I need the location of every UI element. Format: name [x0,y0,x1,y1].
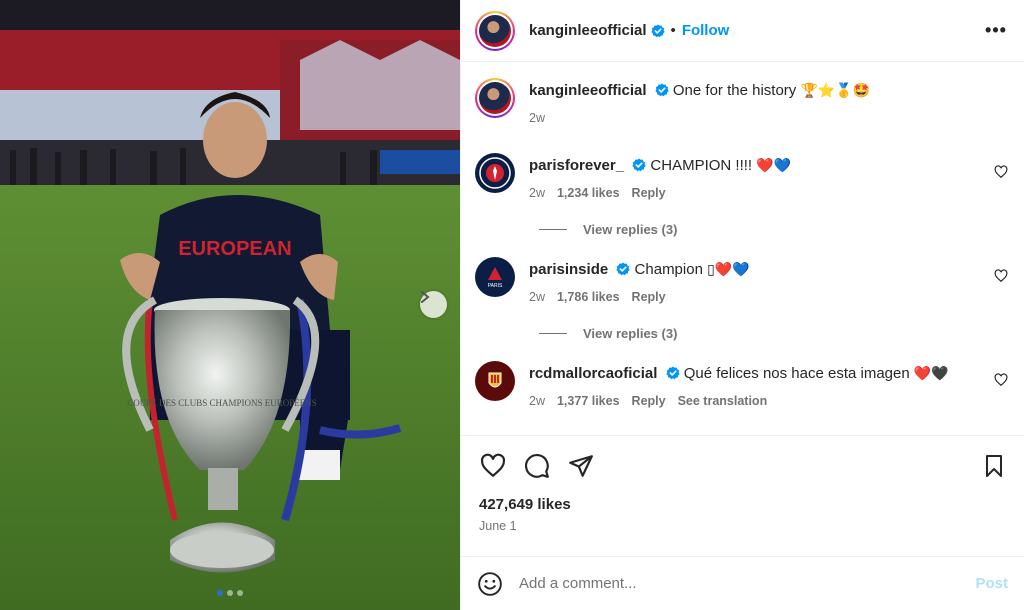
caption-row: kanginleeofficial One for the history 🏆⭐… [475,78,1008,125]
comment-text: Qué felices nos hace esta imagen [683,365,910,382]
replies-divider [539,229,567,230]
comment-emoji: ❤️💙 [756,157,792,173]
comment-avatar[interactable]: PARIS [475,257,515,297]
caption-text: One for the history [672,82,797,99]
reply-button[interactable]: Reply [632,186,666,200]
comment-time[interactable]: 2w [529,290,545,304]
author-avatar[interactable] [475,10,515,51]
view-replies-button[interactable]: View replies (3) [539,222,1008,237]
view-replies-button[interactable]: View replies (3) [539,326,1008,341]
heart-icon [480,453,506,477]
carousel-dot-1 [217,590,223,596]
verified-badge-icon [616,262,630,276]
verified-badge-icon [665,366,680,380]
post-date: June 1 [479,519,517,533]
replies-divider [539,333,567,334]
reply-button[interactable]: Reply [632,394,666,408]
post-actions [461,436,1024,496]
comment-time[interactable]: 2w [529,186,545,200]
caption-avatar[interactable] [475,78,515,118]
mallorca-logo-icon [479,365,511,397]
view-replies-label: View replies (3) [583,222,678,237]
view-replies-label: View replies (3) [583,326,678,341]
chevron-right-icon [421,291,430,303]
comment-likes[interactable]: 1,786 likes [557,290,620,304]
caption-time[interactable]: 2w [529,111,545,125]
carousel-dot-2 [227,590,233,596]
comment-composer: Post [461,556,1024,610]
reply-button[interactable]: Reply [632,290,666,304]
header-separator: • [670,22,676,39]
see-translation-button[interactable]: See translation [678,394,768,408]
verified-badge-icon [655,83,669,97]
comment-username[interactable]: parisforever_ [529,157,624,174]
heart-icon[interactable] [994,373,1008,387]
author-username[interactable]: kanginleeofficial [529,22,647,39]
comment-text: CHAMPION !!!! [650,157,753,174]
post-image: COUPE DES CLUBS CHAMPIONS EUROPÉENS EURO… [0,0,460,610]
follow-button[interactable]: Follow [682,22,730,39]
share-button[interactable] [567,452,595,480]
comment-item: rcdmallorcaoficial Qué felices nos hace … [475,361,1008,408]
emoji-icon[interactable] [477,571,503,597]
comment-input[interactable] [519,575,976,592]
carousel-dots [0,590,460,596]
post-comment-button[interactable]: Post [975,575,1008,592]
share-icon [569,455,593,477]
heart-icon[interactable] [994,165,1008,179]
comment-username[interactable]: rcdmallorcaoficial [529,365,657,382]
comments-list: kanginleeofficial One for the history 🏆⭐… [461,62,1024,436]
comment-likes[interactable]: 1,377 likes [557,394,620,408]
comment-text: Champion [634,261,703,278]
post-header: kanginleeofficial • Follow ••• [461,0,1024,62]
comment-item: parisforever_ CHAMPION !!!! ❤️💙 2w 1,234… [475,153,1008,200]
likes-count[interactable]: 427,649 likes [461,496,1024,513]
post-photo: COUPE DES CLUBS CHAMPIONS EUROPÉENS EURO… [0,0,460,610]
caption-emoji: 🏆⭐🥇🤩 [800,82,871,98]
shirt-text: EUROPEAN [178,238,291,260]
comment-icon [525,454,549,478]
svg-text:PARIS: PARIS [488,283,503,289]
carousel-dot-3 [237,590,243,596]
comment-item: PARIS parisinside Champion ▯❤️💙 2w 1,786… [475,257,1008,304]
verified-badge-icon [632,158,646,172]
heart-icon[interactable] [994,269,1008,283]
comment-button[interactable] [523,452,551,480]
post-panel: kanginleeofficial • Follow ••• kanginlee [460,0,1024,610]
verified-badge-icon [650,24,665,37]
comment-emoji: ▯❤️💙 [707,261,750,277]
caption-username[interactable]: kanginleeofficial [529,82,647,99]
like-button[interactable] [479,452,507,480]
bookmark-icon [986,455,1002,477]
comment-likes[interactable]: 1,234 likes [557,186,620,200]
comment-username[interactable]: parisinside [529,261,608,278]
more-options-icon[interactable]: ••• [984,19,1008,43]
save-button[interactable] [980,452,1008,480]
comment-emoji: ❤️🖤 [913,365,949,381]
trophy-engraving: COUPE DES CLUBS CHAMPIONS EUROPÉENS [127,398,317,408]
parisinside-logo-icon: PARIS [479,261,511,293]
comment-time[interactable]: 2w [529,394,545,408]
comment-avatar[interactable] [475,361,515,401]
comment-avatar[interactable] [475,153,515,193]
psg-logo-icon [479,157,511,189]
next-photo-button[interactable] [420,291,447,318]
